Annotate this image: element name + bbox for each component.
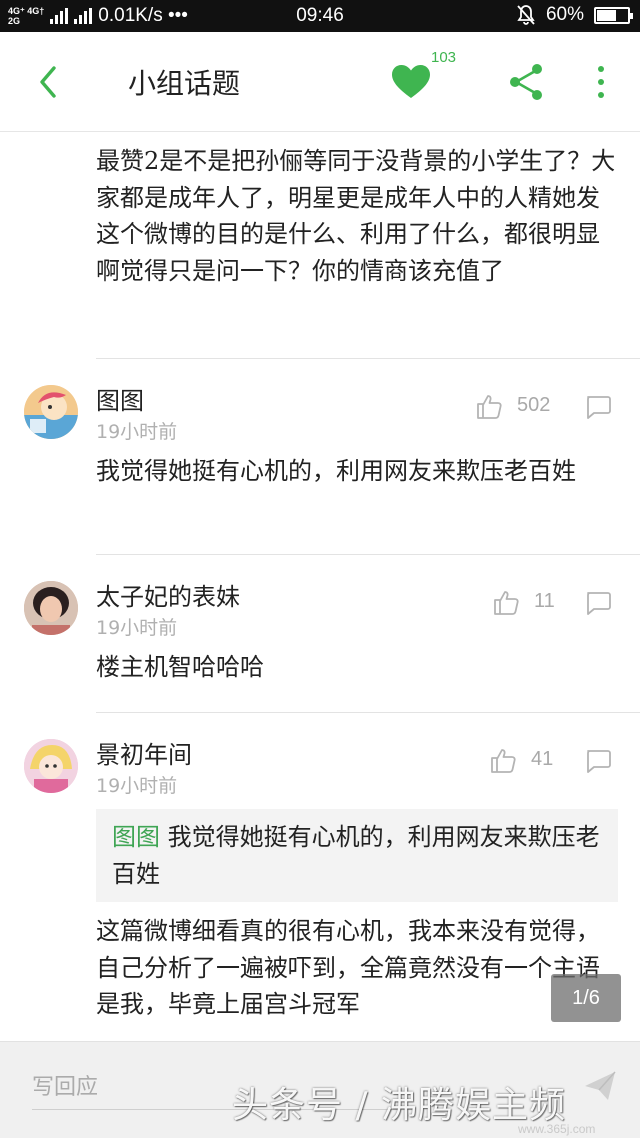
status-right: 60% — [516, 4, 633, 26]
share-icon[interactable] — [507, 62, 545, 102]
reply-bubble-icon[interactable] — [584, 748, 612, 774]
divider — [96, 554, 640, 555]
reply-bubble-icon[interactable] — [584, 394, 612, 420]
mute-bell-icon — [517, 5, 535, 25]
quoted-comment[interactable]: 图图 我觉得她挺有心机的，利用网友来欺压老百姓 — [96, 809, 618, 902]
back-arrow-icon[interactable] — [32, 62, 66, 102]
top-app-bar: 小组话题 103 — [0, 32, 640, 132]
comment-username[interactable]: 景初年间 — [96, 735, 192, 770]
reply-bubble-icon[interactable] — [584, 590, 612, 616]
page-title: 小组话题 — [128, 67, 241, 100]
page-indicator: 1/6 — [551, 974, 621, 1022]
thumbs-up-icon[interactable] — [475, 392, 503, 420]
like-count: 41 — [531, 748, 554, 770]
comment-text: 楼主机智哈哈哈 — [96, 653, 264, 681]
photo-avatar-icon — [24, 581, 78, 635]
quote-author[interactable]: 图图 — [112, 823, 160, 851]
avatar[interactable] — [24, 385, 78, 439]
heart-like-icon[interactable] — [391, 64, 431, 100]
avatar[interactable] — [24, 739, 78, 793]
anime-avatar-icon — [24, 739, 78, 793]
post-text: 最赞2是不是把孙俪等同于没背景的小学生了？大家都是成年人了，明星更是成年人中的人… — [96, 147, 616, 285]
battery-percent: 60% — [545, 4, 584, 25]
more-options-icon[interactable] — [590, 64, 612, 100]
comment-text: 我觉得她挺有心机的，利用网友来欺压老百姓 — [96, 457, 576, 485]
comment-list[interactable]: 最赞2是不是把孙俪等同于没背景的小学生了？大家都是成年人了，明星更是成年人中的人… — [0, 133, 640, 1041]
avatar[interactable] — [24, 581, 78, 635]
send-icon[interactable] — [582, 1068, 618, 1104]
divider — [96, 358, 640, 359]
like-count-badge: 103 — [431, 49, 457, 66]
comment-time: 19小时前 — [96, 617, 178, 639]
cartoon-avatar-icon — [24, 385, 78, 439]
watermark-url: www.365j.com — [518, 1122, 596, 1136]
quote-text: 我觉得她挺有心机的，利用网友来欺压老百姓 — [112, 823, 600, 888]
comment-time: 19小时前 — [96, 775, 178, 797]
like-count: 502 — [517, 394, 551, 416]
comment-text: 这篇微博细看真的很有心机，我本来没有觉得，自己分析了一遍被吓到，全篇竟然没有一个… — [96, 917, 600, 1018]
status-bar: 4G⁺ 4G† 2G 0.01K/s ••• 09:46 60% — [0, 0, 640, 32]
battery-icon — [594, 6, 633, 24]
watermark-text: 头条号 / 沸腾娱主频 — [232, 1085, 567, 1126]
comment-username[interactable]: 太子妃的表妹 — [96, 577, 240, 612]
like-count: 11 — [534, 590, 555, 612]
divider — [96, 712, 640, 713]
thumbs-up-icon[interactable] — [489, 746, 517, 774]
thumbs-up-icon[interactable] — [492, 588, 520, 616]
comment-username[interactable]: 图图 — [96, 381, 144, 416]
reply-bar: 头条号 / 沸腾娱主频 www.365j.com — [0, 1041, 640, 1138]
comment-time: 19小时前 — [96, 421, 178, 443]
